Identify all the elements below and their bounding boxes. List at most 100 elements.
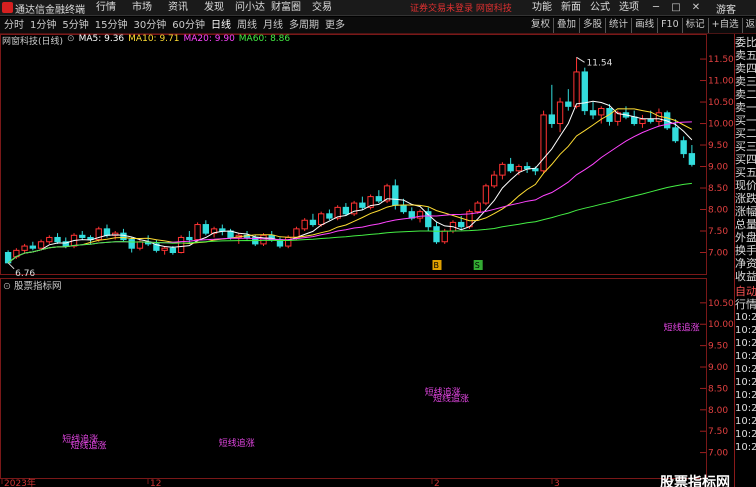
close-button[interactable]: ✕ [686,0,706,16]
menu-item-market[interactable]: 市场 [126,0,158,16]
tick-time-3: 10:27 [735,351,756,362]
sub-chart-title: ⊙ 股票指标网 [3,278,62,292]
period-tab-60min[interactable]: 60分钟 [172,17,205,34]
tick-time-1: 10:27 [735,325,756,336]
maximize-button[interactable]: □ [666,0,686,16]
menu-item-function[interactable]: 功能 [532,0,552,16]
candle-body [499,163,506,176]
period-tab-multi[interactable]: 多周期 [289,17,319,34]
period-tab-5min[interactable]: 5分钟 [62,17,88,34]
sub-y-tick-label: 8.50 [708,384,728,394]
chart-tools: 复权 叠加 多股 统计 画线 F10 标记 +自选 返回 [528,18,756,33]
candle-body [169,247,177,254]
candlestick-chart[interactable]: 11.50 11.00 10.50 10.00 9.50 9.00 8.50 8.00 7.50… [0,34,734,487]
chart-settings-icon[interactable]: ⊙ [67,34,75,46]
candle-body [556,101,564,125]
menu-item-ask[interactable]: 问小达 [234,0,266,16]
period-tab-1min[interactable]: 1分钟 [30,17,56,34]
guest-user[interactable]: 游客 [716,1,736,16]
side-label-6: 买一 [735,114,756,127]
side-sub-label-0: 自动 [735,285,756,298]
app-logo-icon [2,2,13,13]
candle-body [326,213,333,219]
high-annotation-arrow [576,56,585,63]
tool-add-watchlist-button[interactable]: +自选 [709,18,743,33]
candle-body [317,213,325,226]
menu-item-new-page[interactable]: 新面 [561,0,581,16]
tool-overlay-button[interactable]: 叠加 [554,18,581,33]
tool-draw-button[interactable]: 画线 [632,18,659,33]
x-tick-label: 2023年 [4,477,36,487]
candle-body [490,174,498,187]
candle-body [219,228,226,232]
candle-body [293,228,300,238]
candle-body [548,114,556,125]
candle-body [523,166,531,170]
security-label: 网窗科技(日线) [2,37,64,47]
menu-item-news[interactable]: 资讯 [162,0,194,16]
tool-multi-stock-button[interactable]: 多股 [580,18,607,33]
candle-body [515,166,523,172]
ma5-label: MA5: 9.36 [78,34,125,44]
tool-mark-button[interactable]: 标记 [683,18,709,33]
side-label-13: 涨幅 [735,205,756,218]
period-tab-15min[interactable]: 15分钟 [95,17,128,34]
candle-body [573,71,580,107]
trade-marker-label-1: S [475,261,480,270]
period-tab-30min[interactable]: 30分钟 [133,17,166,34]
tick-time-7: 10:27 [735,403,756,414]
signal-label-5: 短线追涨 [664,322,700,334]
candle-body [474,202,481,213]
side-label-14: 总量 [735,218,756,231]
candle-body [128,239,135,249]
candle-body [589,110,597,116]
period-tab-daily[interactable]: 日线 [211,17,231,34]
candle-body [21,245,28,251]
side-sub-label-1: 行情 [735,298,756,311]
minimize-button[interactable]: ─ [646,0,666,16]
sub-chart-title-text: 股票指标网 [13,281,62,292]
tool-adjust-button[interactable]: 复权 [528,18,555,33]
period-toolbar: 分时 1分钟 5分钟 15分钟 30分钟 60分钟 日线 周线 月线 多周期 更… [0,17,756,34]
candle-body [260,234,267,245]
side-label-16: 换手 [735,244,756,257]
ma20-label: MA20: 9.90 [183,34,235,44]
signal-label-2: 短线追涨 [219,437,255,449]
tick-time-4: 10:27 [735,364,756,375]
period-tab-monthly[interactable]: 月线 [263,17,283,34]
chart-area[interactable]: 11.50 11.00 10.50 10.00 9.50 9.00 8.50 8.00 7.50… [0,34,756,487]
tool-f10-button[interactable]: F10 [658,18,683,33]
watermark-title: 股票指标网 [660,475,730,487]
menu-item-quotes[interactable]: 行情 [90,0,122,16]
top-right-menu: 功能 新面 公式 选项 [532,0,648,16]
period-tab-weekly[interactable]: 周线 [237,17,257,34]
candle-body [458,221,465,228]
candle-body [285,236,292,247]
tool-back-button[interactable]: 返回 [743,18,756,33]
period-tab-more[interactable]: 更多 [325,17,345,34]
sub-y-tick-label: 8.00 [708,406,728,416]
sub-y-tick-label: 9.50 [708,342,728,352]
tool-stats-button[interactable]: 统计 [606,18,633,33]
candle-body [540,114,547,172]
candle-body [37,241,45,249]
sub-chart-settings-icon[interactable]: ⊙ [3,281,14,292]
main-y-tick-label: 11.50 [708,55,734,65]
login-status[interactable]: 证券交易未登录 网窗科技 [410,1,512,14]
menu-item-wealth[interactable]: 财富圈 [270,0,302,16]
side-label-15: 外盘 [735,231,756,244]
candle-body [441,230,448,243]
candle-body [565,101,572,107]
menu-item-options[interactable]: 选项 [619,0,639,16]
candle-body [186,236,193,241]
signal-label-4: 短线追涨 [433,392,469,404]
menu-item-discover[interactable]: 发现 [198,0,230,16]
side-label-5: 卖一 [735,101,756,114]
main-y-tick-label: 7.00 [708,249,728,259]
menu-item-formula[interactable]: 公式 [590,0,610,16]
tick-time-0: 10:27 [735,312,756,323]
period-tab-intraday[interactable]: 分时 [4,17,24,34]
menu-item-trade[interactable]: 交易 [306,0,338,16]
candle-body [392,185,399,206]
side-label-11: 现价 [735,179,756,192]
